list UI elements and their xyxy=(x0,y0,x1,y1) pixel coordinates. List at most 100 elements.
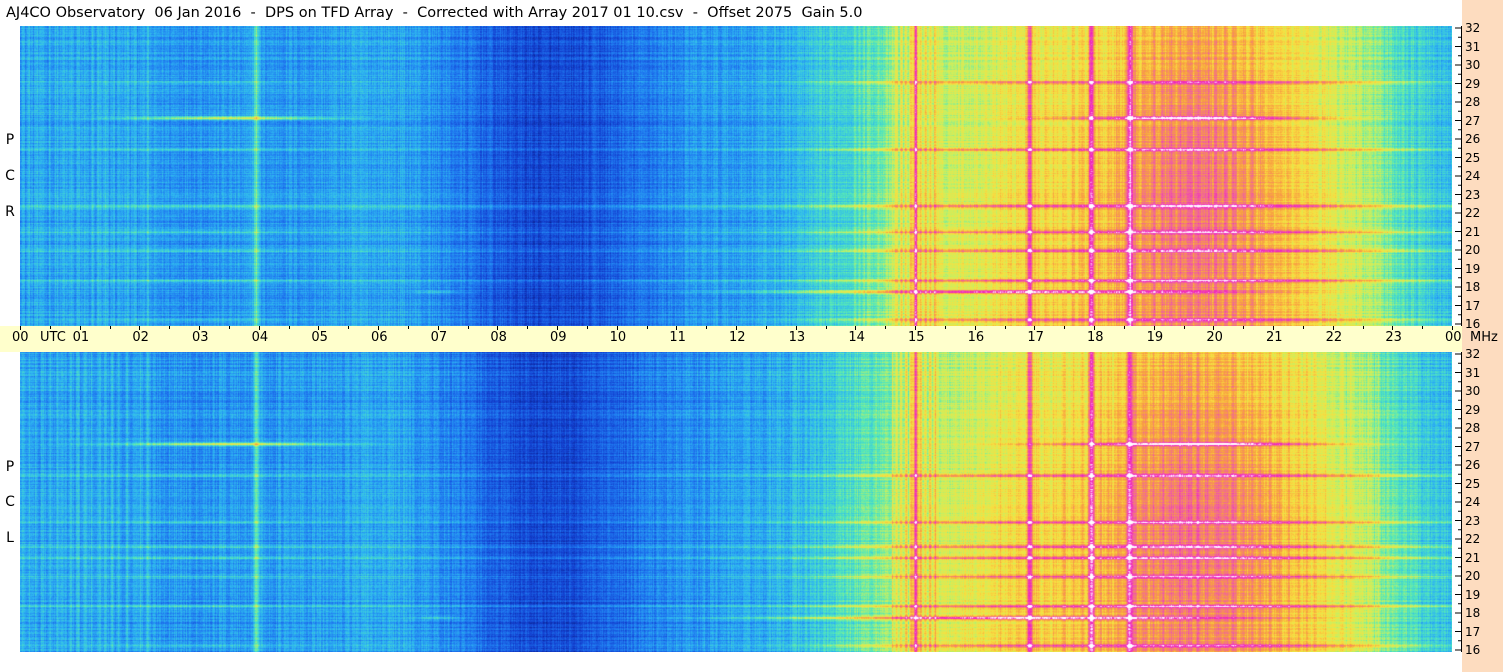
utc-minor-tick xyxy=(1064,326,1066,329)
utc-minor-tick xyxy=(646,326,648,329)
mhz-tick-label: 30 xyxy=(1465,58,1481,72)
mhz-tick-label: 24 xyxy=(1465,169,1481,183)
utc-minor-tick xyxy=(885,326,887,329)
utc-tick-label: 09 xyxy=(550,330,567,345)
mhz-tick-label: 20 xyxy=(1465,569,1481,583)
mhz-tick-label: 28 xyxy=(1465,95,1481,109)
utc-tick-label: 20 xyxy=(1206,330,1223,345)
mhz-tick-label: 25 xyxy=(1465,150,1481,165)
utc-tick-label: 13 xyxy=(788,330,806,345)
utc-time-axis: 00 01 02 03 04 05 06 07 08 09 10 11 12 13 14 15 16 17 18 19… xyxy=(0,326,1462,352)
mhz-unit-label: MHz xyxy=(1470,330,1498,345)
utc-tick-label: 23 xyxy=(1385,330,1402,345)
utc-minor-tick xyxy=(1183,326,1185,329)
mhz-tick-label: 26 xyxy=(1465,132,1481,146)
mhz-tick-label: 19 xyxy=(1465,587,1481,602)
mhz-tick-label: 29 xyxy=(1465,76,1481,91)
lcp-label-l: L xyxy=(6,530,14,546)
mhz-tick-label: 25 xyxy=(1465,476,1481,491)
utc-tick-label: 06 xyxy=(371,330,388,345)
mhz-tick-label: 22 xyxy=(1465,206,1481,220)
utc-minor-tick xyxy=(348,326,350,329)
mhz-tick-label: 30 xyxy=(1465,384,1481,398)
mhz-tick-label: 22 xyxy=(1465,532,1481,546)
lcp-spectrogram-canvas xyxy=(20,352,1452,652)
utc-minor-tick xyxy=(1123,326,1125,329)
utc-tick-label: 00 xyxy=(1445,330,1462,345)
utc-tick-label: 03 xyxy=(192,330,209,345)
utc-minor-tick xyxy=(706,326,708,329)
frequency-axis-svg xyxy=(1452,352,1462,652)
mhz-tick-label: 21 xyxy=(1465,224,1481,239)
utc-tick-label: 17 xyxy=(1027,330,1044,345)
mhz-tick-label: 17 xyxy=(1465,298,1481,313)
utc-tick-label: 11 xyxy=(669,330,686,345)
utc-minor-tick xyxy=(49,326,51,329)
mhz-tick-label: 27 xyxy=(1465,113,1481,128)
utc-tick-label: 00 xyxy=(12,330,29,345)
rcp-label-r: R xyxy=(5,204,15,220)
mhz-tick-label: 32 xyxy=(1465,21,1481,35)
utc-minor-tick xyxy=(527,326,529,329)
lcp-spectrogram xyxy=(20,352,1452,652)
utc-tick-label: 22 xyxy=(1325,330,1343,345)
utc-minor-tick xyxy=(288,326,290,329)
utc-tick-label: 15 xyxy=(908,330,925,345)
utc-tick-label: 10 xyxy=(609,330,627,345)
chart-title: AJ4CO Observatory 06 Jan 2016 - DPS on T… xyxy=(0,0,1462,26)
rcp-frequency-axis xyxy=(1452,26,1462,326)
bottom-white-margin xyxy=(20,652,1462,672)
mhz-tick-label: 18 xyxy=(1465,606,1481,620)
utc-tick-label: 18 xyxy=(1087,330,1104,345)
mhz-tick-label: 23 xyxy=(1465,513,1481,528)
utc-tick-label: 08 xyxy=(490,330,507,345)
mhz-tick-label: 19 xyxy=(1465,261,1481,276)
utc-tick-label: 07 xyxy=(430,330,448,345)
utc-tick-label: 19 xyxy=(1146,330,1164,345)
mhz-tick-label: 23 xyxy=(1465,187,1481,202)
utc-tick-label: 12 xyxy=(729,330,746,345)
utc-tick-label: 21 xyxy=(1266,330,1283,345)
rcp-label-c: C xyxy=(5,168,15,184)
utc-minor-tick xyxy=(467,326,469,329)
utc-minor-tick xyxy=(944,326,946,329)
mhz-tick-label: 31 xyxy=(1465,365,1481,380)
utc-minor-tick xyxy=(825,326,827,329)
rcp-spectrogram-canvas xyxy=(20,26,1452,326)
mhz-tick-label: 27 xyxy=(1465,439,1481,454)
utc-minor-tick xyxy=(109,326,111,329)
utc-tick-label: 14 xyxy=(848,330,865,345)
rcp-spectrogram xyxy=(20,26,1452,326)
utc-tick-label: 16 xyxy=(967,330,985,345)
utc-tick-label: 04 xyxy=(251,330,269,345)
mhz-tick-label: 24 xyxy=(1465,495,1481,509)
lcp-label-p: P xyxy=(5,459,15,475)
utc-tick-label: 01 xyxy=(72,330,90,345)
utc-tick-label: 05 xyxy=(311,330,328,345)
mhz-tick-label: 26 xyxy=(1465,458,1481,472)
utc-minor-tick xyxy=(169,326,171,329)
mhz-tick-label: 29 xyxy=(1465,402,1481,417)
rcp-label-p: P xyxy=(5,132,15,148)
mhz-tick-label: 17 xyxy=(1465,624,1481,639)
utc-minor-tick xyxy=(1362,326,1364,329)
utc-minor-tick xyxy=(586,326,588,329)
utc-minor-tick xyxy=(1243,326,1245,329)
frequency-axis-svg xyxy=(1452,26,1462,326)
mhz-tick-label: 21 xyxy=(1465,550,1481,565)
mhz-tick-label: 16 xyxy=(1465,317,1481,331)
utc-minor-tick xyxy=(1302,326,1304,329)
mhz-tick-label: 32 xyxy=(1465,347,1481,361)
mhz-tick-label: 18 xyxy=(1465,280,1481,294)
utc-unit-label: UTC xyxy=(40,330,66,345)
utc-minor-tick xyxy=(407,326,409,329)
utc-minor-tick xyxy=(1422,326,1424,329)
lcp-frequency-axis xyxy=(1452,352,1462,652)
mhz-tick-label: 31 xyxy=(1465,39,1481,54)
mhz-tick-label: 28 xyxy=(1465,421,1481,435)
utc-minor-tick xyxy=(765,326,767,329)
mhz-tick-label: 20 xyxy=(1465,243,1481,257)
utc-minor-tick xyxy=(1004,326,1006,329)
utc-tick-label: 02 xyxy=(132,330,149,345)
utc-minor-tick xyxy=(228,326,230,329)
